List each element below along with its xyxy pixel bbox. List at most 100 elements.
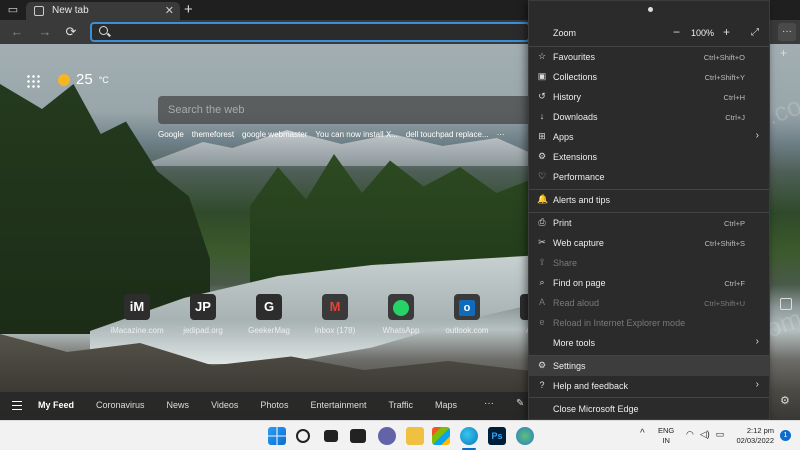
gear-icon[interactable]: ⚙ bbox=[780, 394, 790, 407]
puzzle-icon: ⚙ bbox=[537, 151, 547, 161]
notification-badge[interactable]: 1 bbox=[780, 430, 791, 441]
menu-item-performance[interactable]: ♡ Performance bbox=[529, 167, 769, 187]
feed-bar: My Feed Coronavirus News Videos Photos E… bbox=[0, 392, 530, 420]
close-tab-icon[interactable]: ✕ bbox=[165, 4, 174, 17]
clock-time: 2:12 pm bbox=[746, 426, 774, 435]
settings-and-more-button[interactable]: ··· bbox=[778, 23, 796, 41]
zoom-row: Zoom − 100% + ⤢ bbox=[529, 23, 769, 43]
top-site-tile[interactable]: JP jedipad.org bbox=[170, 294, 236, 335]
feed-tab[interactable]: Photos bbox=[260, 400, 288, 410]
top-site-tile[interactable]: outlook.com bbox=[434, 294, 500, 335]
quick-link[interactable]: themeforest bbox=[192, 130, 234, 139]
taskbar: Ps ^ ENG IN ◠ ◁) ▭ 2:12 pm 02/03/2022 1 bbox=[0, 420, 800, 450]
zoom-out-button[interactable]: − bbox=[673, 25, 680, 39]
language-code: ENG bbox=[658, 426, 675, 435]
feed-tab[interactable]: News bbox=[167, 400, 190, 410]
menu-item-more-tools[interactable]: More tools › bbox=[529, 333, 769, 353]
refresh-button[interactable]: ⟳ bbox=[62, 23, 80, 41]
sun-icon bbox=[58, 73, 70, 86]
menu-item-downloads[interactable]: ↓ Downloads Ctrl+J bbox=[529, 107, 769, 127]
weather-temp: 25 bbox=[76, 71, 93, 88]
feed-tab[interactable]: Entertainment bbox=[310, 400, 366, 410]
address-input[interactable] bbox=[116, 24, 516, 40]
chevron-right-icon: › bbox=[755, 130, 759, 141]
quick-link[interactable]: Google bbox=[158, 130, 184, 139]
feed-tab[interactable]: My Feed bbox=[38, 400, 74, 410]
menu-icon[interactable] bbox=[12, 401, 22, 410]
top-site-tile[interactable]: M Inbox (178) bbox=[302, 294, 368, 335]
top-sites: iM iMacazine.com JP jedipad.org G Geeker… bbox=[104, 294, 566, 335]
fullscreen-icon[interactable]: ⤢ bbox=[751, 27, 759, 38]
file-explorer-icon[interactable] bbox=[406, 427, 424, 445]
search-icon[interactable] bbox=[296, 429, 310, 443]
tray-icons[interactable]: ◠ ◁) ▭ bbox=[686, 429, 724, 440]
clock[interactable]: 2:12 pm 02/03/2022 bbox=[732, 426, 774, 446]
feed-tab[interactable]: Coronavirus bbox=[96, 400, 145, 410]
speaker-icon: ◁) bbox=[699, 429, 710, 439]
zoom-value: 100% bbox=[691, 28, 715, 38]
address-bar[interactable] bbox=[90, 22, 530, 42]
top-site-tile[interactable]: G GeekerMag bbox=[236, 294, 302, 335]
menu-item-shortcut: Ctrl+H bbox=[723, 93, 745, 102]
edit-icon[interactable]: ✎ bbox=[516, 398, 524, 409]
whatsapp-icon bbox=[388, 294, 414, 320]
menu-item-shortcut: Ctrl+Shift+Y bbox=[704, 73, 745, 82]
chat-icon[interactable] bbox=[378, 427, 396, 445]
web-search-input[interactable] bbox=[168, 102, 508, 118]
menu-item-label: Find on page bbox=[553, 278, 606, 288]
quick-link[interactable]: dell touchpad replace... bbox=[406, 130, 489, 139]
edge-icon[interactable] bbox=[460, 427, 478, 445]
new-tab-button[interactable]: + bbox=[184, 1, 193, 18]
menu-item-apps[interactable]: ⊞ Apps › bbox=[529, 127, 769, 147]
feed-tab[interactable]: Traffic bbox=[388, 400, 413, 410]
battery-icon: ▭ bbox=[715, 429, 725, 439]
photoshop-icon[interactable]: Ps bbox=[488, 427, 506, 445]
menu-item-ie-mode: e Reload in Internet Explorer mode bbox=[529, 313, 769, 333]
menu-item-close-edge[interactable]: Close Microsoft Edge bbox=[529, 399, 769, 419]
menu-item-find-on-page[interactable]: ⌕ Find on page Ctrl+F bbox=[529, 273, 769, 293]
menu-handle-icon bbox=[648, 7, 653, 12]
browser-icon[interactable] bbox=[516, 427, 534, 445]
zoom-in-button[interactable]: + bbox=[723, 25, 730, 39]
menu-item-alerts[interactable]: 🔔 Alerts and tips bbox=[529, 190, 769, 210]
store-icon[interactable] bbox=[432, 427, 450, 445]
menu-item-label: Read aloud bbox=[553, 298, 600, 308]
menu-item-print[interactable]: ⎙ Print Ctrl+P bbox=[529, 213, 769, 233]
menu-item-shortcut: Ctrl+Shift+S bbox=[704, 239, 745, 248]
apps-icon: ⊞ bbox=[538, 131, 546, 141]
tab-new-tab[interactable]: New tab ✕ bbox=[26, 2, 180, 20]
heart-pulse-icon: ♡ bbox=[537, 171, 547, 181]
weather-widget[interactable]: 25 °C bbox=[58, 71, 109, 88]
feed-tab[interactable]: Videos bbox=[211, 400, 238, 410]
menu-item-help[interactable]: ? Help and feedback › bbox=[529, 376, 769, 396]
menu-item-favourites[interactable]: ☆ Favourites Ctrl+Shift+O bbox=[529, 47, 769, 67]
tab-actions-icon[interactable]: ▭ bbox=[6, 3, 20, 17]
quick-links-more-icon[interactable]: ··· bbox=[497, 130, 505, 139]
tray-chevron-up-icon[interactable]: ^ bbox=[640, 428, 645, 439]
add-icon[interactable]: + bbox=[780, 46, 787, 60]
widgets-icon[interactable] bbox=[350, 429, 366, 443]
settings-and-more-menu: Zoom − 100% + ⤢ ☆ Favourites Ctrl+Shift+… bbox=[528, 0, 770, 420]
quick-link[interactable]: google webmaster bbox=[242, 130, 307, 139]
top-site-tile[interactable]: iM iMacazine.com bbox=[104, 294, 170, 335]
chevron-right-icon: › bbox=[755, 379, 759, 390]
menu-item-history[interactable]: ↺ History Ctrl+H bbox=[529, 87, 769, 107]
start-icon[interactable] bbox=[268, 427, 286, 445]
menu-item-collections[interactable]: ▣ Collections Ctrl+Shift+Y bbox=[529, 67, 769, 87]
feed-more-icon[interactable]: ··· bbox=[484, 398, 494, 409]
menu-item-extensions[interactable]: ⚙ Extensions bbox=[529, 147, 769, 167]
menu-item-settings[interactable]: ⚙ Settings bbox=[529, 356, 769, 376]
top-site-tile[interactable]: WhatsApp bbox=[368, 294, 434, 335]
back-button[interactable]: ← bbox=[8, 23, 26, 41]
tile-label: iMacazine.com bbox=[110, 326, 164, 335]
gmail-icon: M bbox=[322, 294, 348, 320]
menu-item-web-capture[interactable]: ✂ Web capture Ctrl+Shift+S bbox=[529, 233, 769, 253]
forward-button[interactable]: → bbox=[36, 23, 54, 41]
web-search-box[interactable] bbox=[158, 96, 538, 124]
quick-link[interactable]: You can now install X... bbox=[315, 130, 397, 139]
apps-launcher-icon[interactable] bbox=[26, 74, 40, 88]
task-view-icon[interactable] bbox=[324, 430, 338, 442]
feed-tab[interactable]: Maps bbox=[435, 400, 457, 410]
window-icon[interactable] bbox=[780, 298, 792, 310]
language-indicator[interactable]: ENG IN bbox=[658, 426, 674, 446]
